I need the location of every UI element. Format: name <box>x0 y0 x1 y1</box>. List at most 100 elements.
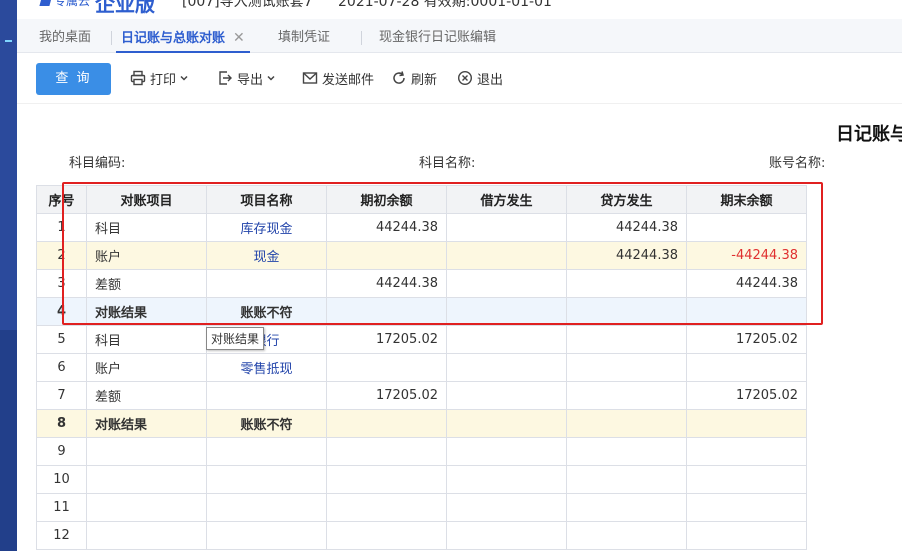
opening-balance-cell[interactable] <box>326 521 447 550</box>
exit-button[interactable]: 退出 <box>457 67 503 89</box>
closing-balance-cell[interactable] <box>686 465 807 494</box>
item-name-cell[interactable]: 库存现金 <box>206 213 327 242</box>
credit-cell[interactable] <box>566 521 687 550</box>
debit-cell[interactable] <box>446 325 567 354</box>
debit-cell[interactable] <box>446 409 567 438</box>
reconcile-item-cell[interactable]: 对账结果 <box>86 297 207 326</box>
closing-balance-cell[interactable] <box>686 409 807 438</box>
reconcile-item-cell[interactable]: 账户 <box>86 241 207 270</box>
item-name-cell[interactable] <box>206 521 327 550</box>
row-number[interactable]: 10 <box>36 465 87 494</box>
table-row[interactable]: 5 科目 银行 17205.02 17205.02 <box>36 325 807 354</box>
debit-cell[interactable] <box>446 521 567 550</box>
send-email-button[interactable]: 发送邮件 <box>302 67 374 89</box>
debit-cell[interactable] <box>446 297 567 326</box>
row-number[interactable]: 8 <box>36 409 87 438</box>
refresh-button[interactable]: 刷新 <box>391 67 437 89</box>
item-name-cell[interactable] <box>206 437 327 466</box>
tab-my-desktop[interactable]: 我的桌面 <box>39 19 91 53</box>
reconcile-item-cell[interactable]: 账户 <box>86 353 207 382</box>
credit-cell[interactable] <box>566 437 687 466</box>
reconcile-item-cell[interactable] <box>86 493 207 522</box>
opening-balance-cell[interactable] <box>326 241 447 270</box>
reconcile-item-cell[interactable]: 差额 <box>86 269 207 298</box>
close-icon[interactable]: ✕ <box>233 30 245 46</box>
row-number[interactable]: 5 <box>36 325 87 354</box>
debit-cell[interactable] <box>446 381 567 410</box>
closing-balance-cell[interactable] <box>686 437 807 466</box>
credit-cell[interactable] <box>566 297 687 326</box>
debit-cell[interactable] <box>446 241 567 270</box>
sidebar-collapse-handle[interactable] <box>5 40 12 42</box>
column-header-no[interactable]: 序号 <box>36 185 87 214</box>
item-name-link[interactable]: 库存现金 <box>240 222 292 237</box>
reconcile-item-cell[interactable]: 差额 <box>86 381 207 410</box>
closing-balance-cell[interactable] <box>686 353 807 382</box>
opening-balance-cell[interactable]: 17205.02 <box>326 381 447 410</box>
row-number[interactable]: 2 <box>36 241 87 270</box>
credit-cell[interactable] <box>566 409 687 438</box>
column-header-item[interactable]: 对账项目 <box>86 185 207 214</box>
row-number[interactable]: 7 <box>36 381 87 410</box>
reconcile-item-cell[interactable] <box>86 437 207 466</box>
closing-balance-cell[interactable]: -44244.38 <box>686 241 807 270</box>
column-header-closing[interactable]: 期末余额 <box>686 185 807 214</box>
opening-balance-cell[interactable] <box>326 409 447 438</box>
column-header-name[interactable]: 项目名称 <box>206 185 327 214</box>
reconcile-item-cell[interactable]: 科目 <box>86 325 207 354</box>
column-header-opening[interactable]: 期初余额 <box>326 185 447 214</box>
closing-balance-cell[interactable] <box>686 521 807 550</box>
query-button[interactable]: 查 询 <box>36 63 111 95</box>
row-number[interactable]: 12 <box>36 521 87 550</box>
table-row[interactable]: 11 <box>36 493 807 522</box>
item-name-cell[interactable] <box>206 381 327 410</box>
row-number[interactable]: 1 <box>36 213 87 242</box>
credit-cell[interactable]: 44244.38 <box>566 213 687 242</box>
closing-balance-cell[interactable] <box>686 493 807 522</box>
export-button[interactable]: 导出 <box>217 67 276 89</box>
debit-cell[interactable] <box>446 269 567 298</box>
row-number[interactable]: 4 <box>36 297 87 326</box>
column-header-debit[interactable]: 借方发生 <box>446 185 567 214</box>
row-number[interactable]: 6 <box>36 353 87 382</box>
opening-balance-cell[interactable]: 44244.38 <box>326 269 447 298</box>
debit-cell[interactable] <box>446 213 567 242</box>
table-row[interactable]: 6 账户 零售抵现 <box>36 353 807 382</box>
item-name-cell[interactable]: 零售抵现 <box>206 353 327 382</box>
item-name-cell[interactable]: 账账不符 <box>206 297 327 326</box>
table-row[interactable]: 1 科目 库存现金 44244.38 44244.38 <box>36 213 807 242</box>
credit-cell[interactable] <box>566 325 687 354</box>
opening-balance-cell[interactable] <box>326 437 447 466</box>
row-number[interactable]: 3 <box>36 269 87 298</box>
closing-balance-cell[interactable]: 17205.02 <box>686 381 807 410</box>
opening-balance-cell[interactable]: 44244.38 <box>326 213 447 242</box>
opening-balance-cell[interactable] <box>326 353 447 382</box>
debit-cell[interactable] <box>446 493 567 522</box>
account-set-selector[interactable]: [007]导入测试账套7 <box>182 0 313 11</box>
closing-balance-cell[interactable] <box>686 297 807 326</box>
opening-balance-cell[interactable]: 17205.02 <box>326 325 447 354</box>
item-name-cell[interactable]: 账账不符 <box>206 409 327 438</box>
tab-fill-voucher[interactable]: 填制凭证 <box>278 19 330 53</box>
debit-cell[interactable] <box>446 465 567 494</box>
reconcile-item-cell[interactable] <box>86 521 207 550</box>
credit-cell[interactable] <box>566 465 687 494</box>
table-row[interactable]: 10 <box>36 465 807 494</box>
table-row[interactable]: 2 账户 现金 44244.38 -44244.38 <box>36 241 807 270</box>
table-row[interactable]: 12 <box>36 521 807 550</box>
table-row[interactable]: 9 <box>36 437 807 466</box>
credit-cell[interactable]: 44244.38 <box>566 241 687 270</box>
item-name-link[interactable]: 现金 <box>253 250 279 265</box>
reconcile-item-cell[interactable]: 科目 <box>86 213 207 242</box>
tab-cash-bank-journal-edit[interactable]: 现金银行日记账编辑 <box>379 19 496 53</box>
opening-balance-cell[interactable] <box>326 465 447 494</box>
table-row[interactable]: 4 对账结果 账账不符 <box>36 297 807 326</box>
table-row[interactable]: 7 差额 17205.02 17205.02 <box>36 381 807 410</box>
column-header-credit[interactable]: 贷方发生 <box>566 185 687 214</box>
table-row[interactable]: 8 对账结果 账账不符 <box>36 409 807 438</box>
debit-cell[interactable] <box>446 353 567 382</box>
closing-balance-cell[interactable] <box>686 213 807 242</box>
row-number[interactable]: 9 <box>36 437 87 466</box>
item-name-cell[interactable] <box>206 493 327 522</box>
item-name-cell[interactable] <box>206 269 327 298</box>
